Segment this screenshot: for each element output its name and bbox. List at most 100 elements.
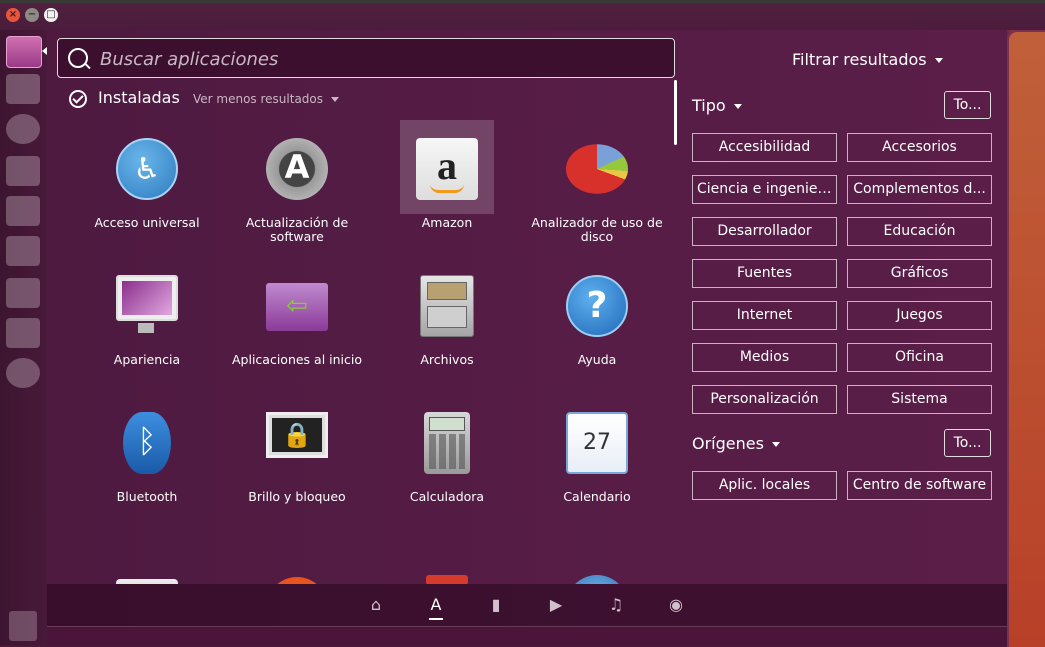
app-label: Calendario	[563, 489, 631, 504]
sources-all-button[interactable]: To...	[944, 429, 991, 457]
filter-oficina[interactable]: Oficina	[847, 343, 992, 372]
app-tile-appearance[interactable]: Apariencia	[72, 249, 222, 386]
installed-title: Instaladas	[98, 88, 180, 107]
lens-bar: ⌂ A ▮ ▶ ♫ ◉	[47, 584, 1007, 626]
accessibility-icon: ♿	[116, 138, 178, 200]
filter-complementos[interactable]: Complementos d...	[847, 175, 992, 204]
search-input[interactable]	[98, 45, 662, 73]
search-box[interactable]	[57, 38, 675, 78]
appearance-icon	[116, 275, 178, 333]
app-tile-help[interactable]: ? Ayuda	[522, 249, 672, 386]
filter-desarrollador[interactable]: Desarrollador	[692, 217, 837, 246]
app-label: Actualización de software	[245, 215, 349, 244]
dash-home-icon[interactable]	[6, 36, 42, 68]
filter-local-apps[interactable]: Aplic. locales	[692, 471, 837, 500]
apps-grid: ♿ Acceso universal A Actualización de so…	[72, 112, 672, 584]
show-fewer-results-label: Ver menos resultados	[193, 92, 324, 106]
chevron-down-icon	[331, 97, 340, 102]
music-lens-icon[interactable]: ♫	[607, 596, 625, 614]
app-tile-settings-tool[interactable]: ✂	[222, 523, 372, 584]
app-label: Ayuda	[577, 352, 617, 367]
chevron-down-icon	[733, 104, 742, 109]
chevron-down-icon	[771, 442, 780, 447]
calculator-icon	[424, 412, 470, 474]
maximize-window-button[interactable]: □	[44, 8, 58, 22]
minimize-window-button[interactable]: −	[25, 8, 39, 22]
launcher-writer-icon[interactable]	[6, 156, 40, 186]
app-tile-installer[interactable]	[372, 523, 522, 584]
results-scrollbar[interactable]	[674, 80, 677, 145]
app-tile-camera[interactable]	[72, 523, 222, 584]
app-tile-startup-apps[interactable]: ⇦ Aplicaciones al inicio	[222, 249, 372, 386]
files-lens-icon[interactable]: ▮	[487, 596, 505, 614]
type-filter-title: Tipo	[692, 96, 726, 115]
files-icon	[420, 275, 474, 337]
app-tile-calendar[interactable]: 27 Calendario	[522, 386, 672, 523]
launcher-impress-icon[interactable]	[6, 236, 40, 266]
filter-personalizacion[interactable]: Personalización	[692, 385, 837, 414]
amazon-icon: a	[416, 138, 478, 200]
app-tile-disk-usage[interactable]: Analizador de uso de disco	[522, 112, 672, 249]
thunderbird-icon	[566, 575, 628, 584]
launcher-amazon-icon[interactable]	[6, 318, 40, 348]
app-tile-thunderbird[interactable]	[522, 523, 672, 584]
calendar-icon: 27	[566, 412, 628, 474]
help-icon: ?	[566, 275, 628, 337]
launcher-firefox-icon[interactable]	[6, 114, 40, 144]
filter-internet[interactable]: Internet	[692, 301, 837, 330]
filter-medios[interactable]: Medios	[692, 343, 837, 372]
startup-apps-icon: ⇦	[266, 283, 328, 331]
app-tile-accessibility[interactable]: ♿ Acceso universal	[72, 112, 222, 249]
app-tile-calculator[interactable]: Calculadora	[372, 386, 522, 523]
type-filter-header[interactable]: Tipo	[692, 96, 742, 115]
filter-fuentes[interactable]: Fuentes	[692, 259, 837, 288]
installer-icon	[426, 575, 468, 584]
close-window-button[interactable]: ×	[6, 8, 20, 22]
app-tile-software-update[interactable]: A Actualización de software	[222, 112, 372, 249]
app-label: Analizador de uso de disco	[531, 215, 663, 244]
launcher-files-icon[interactable]	[6, 74, 40, 104]
app-tile-files[interactable]: Archivos	[372, 249, 522, 386]
photos-lens-icon[interactable]: ◉	[667, 596, 685, 614]
filter-ciencia[interactable]: Ciencia e ingeniería	[692, 175, 837, 204]
app-tile-amazon[interactable]: a Amazon	[372, 112, 522, 249]
applications-lens-icon[interactable]: A	[427, 596, 445, 620]
app-label: Aplicaciones al inicio	[231, 352, 363, 367]
type-all-button[interactable]: To...	[944, 91, 991, 119]
chevron-down-icon	[934, 58, 943, 63]
launcher-settings-icon[interactable]	[6, 358, 40, 388]
video-lens-icon[interactable]: ▶	[547, 596, 565, 614]
dash-panel: Instaladas Ver menos resultados ♿ Acceso…	[47, 30, 1007, 646]
filter-educacion[interactable]: Educación	[847, 217, 992, 246]
home-lens-icon[interactable]: ⌂	[367, 596, 385, 614]
app-tile-brightness-lock[interactable]: 🔒 Brillo y bloqueo	[222, 386, 372, 523]
filter-accesorios[interactable]: Accesorios	[847, 133, 992, 162]
filter-juegos[interactable]: Juegos	[847, 301, 992, 330]
tools-icon: ✂	[266, 577, 328, 584]
filter-software-center[interactable]: Centro de software	[847, 471, 992, 500]
app-label: Amazon	[421, 215, 473, 230]
sources-filter-title: Orígenes	[692, 434, 764, 453]
bluetooth-icon: ᛒ	[123, 412, 171, 474]
filter-accesibilidad[interactable]: Accesibilidad	[692, 133, 837, 162]
show-fewer-results-link[interactable]: Ver menos resultados	[193, 92, 340, 106]
launcher-calc-icon[interactable]	[6, 196, 40, 226]
top-panel: × − □	[0, 0, 1045, 30]
filter-sistema[interactable]: Sistema	[847, 385, 992, 414]
desktop-background	[1007, 30, 1045, 647]
launcher-software-center-icon[interactable]	[6, 278, 40, 308]
launcher	[0, 30, 48, 645]
software-update-icon: A	[266, 138, 328, 200]
launcher-trash-icon[interactable]	[9, 611, 37, 641]
app-tile-bluetooth[interactable]: ᛒ Bluetooth	[72, 386, 222, 523]
app-label: Acceso universal	[94, 215, 200, 230]
sources-filter-header[interactable]: Orígenes	[692, 434, 780, 453]
filter-results-label: Filtrar resultados	[792, 50, 927, 69]
filter-graficos[interactable]: Gráficos	[847, 259, 992, 288]
app-label: Archivos	[420, 352, 474, 367]
search-icon	[68, 48, 88, 68]
filter-results-toggle[interactable]: Filtrar resultados	[792, 50, 943, 69]
app-label: Brillo y bloqueo	[248, 489, 346, 504]
app-label: Apariencia	[113, 352, 181, 367]
brightness-lock-icon: 🔒	[266, 412, 328, 458]
